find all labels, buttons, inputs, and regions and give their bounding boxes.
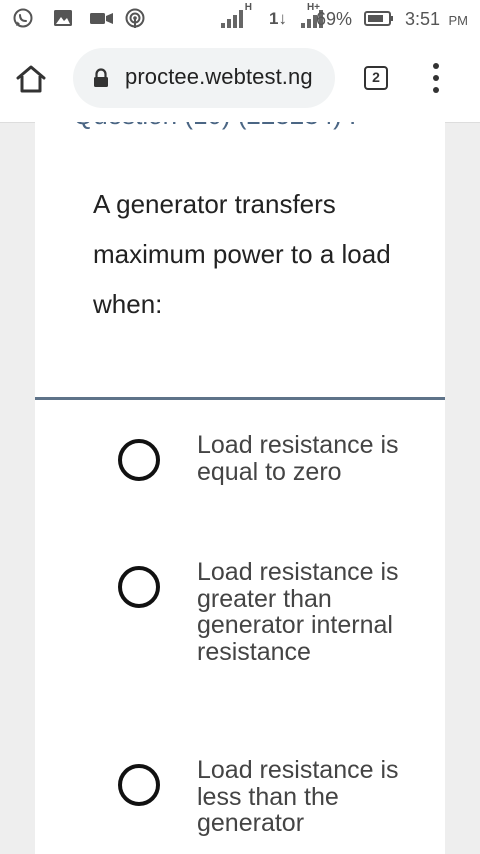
radio-button[interactable] bbox=[117, 763, 161, 807]
menu-dot bbox=[433, 87, 439, 93]
more-options-icon[interactable] bbox=[428, 62, 444, 94]
answer-option-label: Load resistance is greater than generato… bbox=[197, 558, 399, 666]
question-text: A generator transfers maximum power to a… bbox=[93, 189, 391, 319]
menu-dot bbox=[433, 75, 439, 81]
data-transfer-indicator: 1↓ bbox=[269, 9, 287, 28]
status-bar: H 1↓ H+ 69% 3:51 PM bbox=[0, 0, 480, 36]
lock-icon bbox=[94, 68, 108, 87]
address-bar[interactable]: proctee.webtest.ng bbox=[73, 48, 335, 108]
battery-percent: 69% bbox=[315, 9, 352, 29]
tab-switcher-button[interactable]: 2 bbox=[364, 66, 388, 90]
clock-suffix: PM bbox=[448, 13, 469, 28]
battery-icon bbox=[364, 11, 393, 26]
clock-time: 3:51 bbox=[404, 9, 440, 29]
video-camera-icon bbox=[90, 13, 113, 24]
answer-option-label: Load resistance is less than the generat… bbox=[197, 756, 399, 837]
hotspot-icon bbox=[125, 8, 145, 28]
radio-button[interactable] bbox=[117, 565, 161, 609]
signal-icon bbox=[221, 10, 243, 28]
gallery-icon bbox=[54, 10, 72, 26]
home-icon[interactable] bbox=[14, 64, 48, 94]
menu-dot bbox=[433, 63, 439, 69]
question-header: Question (10) (225234) : bbox=[73, 122, 356, 131]
signal-label-1: H bbox=[244, 2, 252, 13]
radio-button[interactable] bbox=[117, 438, 161, 482]
url-text: proctee.webtest.ng bbox=[125, 64, 313, 89]
divider bbox=[35, 397, 445, 400]
question-card: Question (10) (225234) : A generator tra… bbox=[35, 122, 445, 854]
answer-option-label: Load resistance is equal to zero bbox=[197, 431, 399, 486]
whatsapp-icon bbox=[13, 8, 33, 28]
browser-toolbar: proctee.webtest.ng 2 bbox=[0, 36, 480, 123]
